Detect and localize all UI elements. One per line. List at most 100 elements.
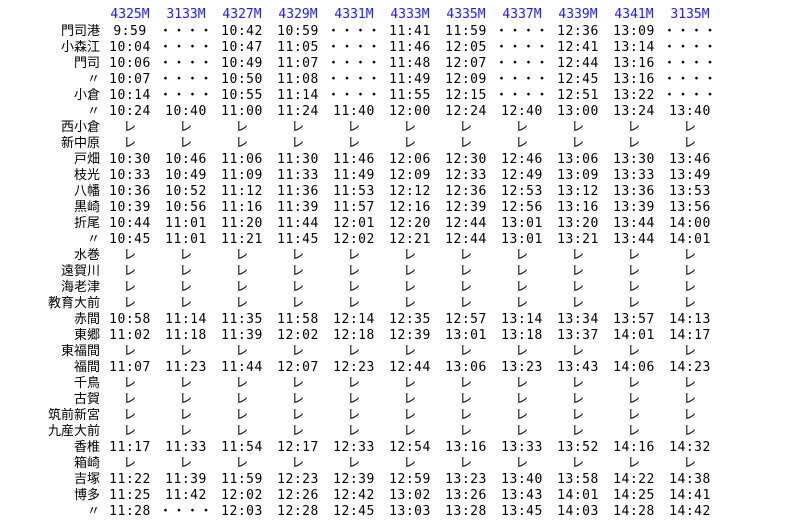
time-cell: 11:35: [221, 312, 263, 327]
time-cell: 12:59: [389, 472, 431, 487]
time-cell: ・・・・: [662, 88, 717, 103]
time-cell: レ: [179, 280, 193, 295]
time-cell: レ: [515, 424, 529, 439]
time-cell: レ: [291, 408, 305, 423]
train-number: 3135M: [670, 7, 710, 22]
table-row: 枝光 10:33 10:49 11:09 11:33 11:49 12:09 12:33 12:…: [0, 168, 718, 184]
station-name: 筑前新宮: [47, 408, 100, 423]
time-cell: レ: [347, 392, 361, 407]
time-cell: レ: [235, 424, 249, 439]
time-cell: 10:46: [165, 152, 207, 167]
time-cell: 13:33: [613, 168, 655, 183]
time-cell: レ: [235, 296, 249, 311]
time-cell: 13:00: [557, 104, 599, 119]
time-cell: レ: [627, 264, 641, 279]
time-cell: 11:01: [165, 232, 207, 247]
time-cell: 12:26: [277, 488, 319, 503]
time-cell: 12:16: [389, 200, 431, 215]
time-cell: 14:16: [613, 440, 655, 455]
time-cell: ・・・・: [494, 40, 549, 55]
time-cell: 13:14: [613, 40, 655, 55]
time-cell: 13:16: [445, 440, 487, 455]
station-name: 門司港: [60, 24, 100, 39]
time-cell: 13:24: [613, 104, 655, 119]
time-cell: 13:06: [557, 152, 599, 167]
time-cell: レ: [515, 408, 529, 423]
time-cell: レ: [683, 456, 697, 471]
time-cell: レ: [347, 344, 361, 359]
table-row: 新中原 レ レ レ レ レ レ レ レ レ レ レ: [0, 136, 718, 152]
time-cell: レ: [459, 264, 473, 279]
time-cell: レ: [515, 136, 529, 151]
time-cell: 10:39: [109, 200, 151, 215]
time-cell: レ: [235, 344, 249, 359]
time-cell: 12:44: [557, 56, 599, 71]
time-cell: 11:33: [277, 168, 319, 183]
time-cell: レ: [627, 408, 641, 423]
time-cell: レ: [515, 280, 529, 295]
time-cell: 13:01: [501, 232, 543, 247]
time-cell: 13:39: [613, 200, 655, 215]
time-cell: ・・・・: [326, 56, 381, 71]
time-cell: 13:57: [613, 312, 655, 327]
time-cell: レ: [627, 136, 641, 151]
time-cell: レ: [291, 392, 305, 407]
time-cell: 11:58: [277, 312, 319, 327]
station-name: 八幡: [73, 184, 100, 199]
time-cell: レ: [291, 248, 305, 263]
time-cell: 10:49: [165, 168, 207, 183]
station-name: 〃: [86, 232, 100, 247]
time-cell: 10:40: [165, 104, 207, 119]
station-name: 博多: [73, 488, 100, 503]
time-cell: 13:45: [501, 504, 543, 519]
time-cell: 12:44: [389, 360, 431, 375]
time-cell: 12:42: [333, 488, 375, 503]
time-cell: レ: [627, 456, 641, 471]
time-cell: 11:18: [165, 328, 207, 343]
train-number-header: 4325M 3133M 4327M 4329M 4331M 4333M 4335M 4337M…: [0, 6, 718, 24]
table-row: 水巻 レ レ レ レ レ レ レ レ レ レ レ: [0, 248, 718, 264]
time-cell: レ: [179, 424, 193, 439]
time-cell: レ: [683, 248, 697, 263]
table-row: 八幡 10:36 10:52 11:12 11:36 11:53 12:12 12:36 12:…: [0, 184, 718, 200]
time-cell: レ: [347, 408, 361, 423]
time-cell: レ: [627, 296, 641, 311]
time-cell: 12:44: [445, 216, 487, 231]
time-cell: ・・・・: [494, 24, 549, 39]
time-cell: レ: [403, 280, 417, 295]
time-cell: 11:59: [445, 24, 487, 39]
time-cell: 11:42: [165, 488, 207, 503]
station-name: 東郷: [73, 328, 100, 343]
time-cell: 12:36: [445, 184, 487, 199]
time-cell: 12:49: [501, 168, 543, 183]
time-cell: レ: [627, 392, 641, 407]
time-cell: 13:40: [669, 104, 711, 119]
time-cell: レ: [459, 296, 473, 311]
time-cell: レ: [627, 344, 641, 359]
time-cell: 11:16: [221, 200, 263, 215]
time-cell: レ: [291, 456, 305, 471]
time-cell: 11:53: [333, 184, 375, 199]
time-cell: 12:57: [445, 312, 487, 327]
time-cell: レ: [515, 392, 529, 407]
time-cell: レ: [123, 424, 137, 439]
time-cell: レ: [123, 344, 137, 359]
time-cell: レ: [235, 136, 249, 151]
time-cell: 11:24: [277, 104, 319, 119]
time-cell: レ: [179, 296, 193, 311]
station-name: 折尾: [73, 216, 100, 231]
time-cell: レ: [683, 376, 697, 391]
time-cell: 13:33: [501, 440, 543, 455]
station-name: 福間: [73, 360, 100, 375]
table-row: 福間 11:07 11:23 11:44 12:07 12:23 12:44 13:06 13:…: [0, 360, 718, 376]
time-cell: レ: [403, 456, 417, 471]
time-cell: 10:44: [109, 216, 151, 231]
time-cell: ・・・・: [494, 72, 549, 87]
station-name: 教育大前: [47, 296, 100, 311]
time-cell: レ: [123, 264, 137, 279]
time-cell: 12:41: [557, 40, 599, 55]
time-cell: 10:14: [109, 88, 151, 103]
time-cell: レ: [235, 456, 249, 471]
time-cell: レ: [291, 264, 305, 279]
time-cell: 11:07: [277, 56, 319, 71]
